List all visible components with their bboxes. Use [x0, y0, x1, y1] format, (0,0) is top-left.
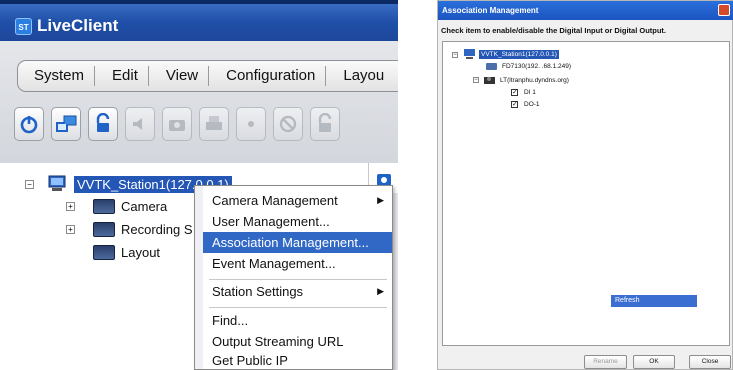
title-top-strip: [0, 0, 398, 4]
ctx-get-public-ip[interactable]: Get Public IP: [203, 350, 392, 370]
dlg-device2-row[interactable]: − LT(ltranphu.dyndns.org): [473, 75, 569, 85]
dlg-device1-label[interactable]: FD7130(192. .68.1.249): [502, 63, 571, 70]
expand-icon[interactable]: +: [66, 225, 75, 234]
title-bar: ST LiveClient: [0, 0, 398, 41]
menu-bar: System Edit View Configuration Layou: [17, 60, 398, 92]
lock-icon: [96, 113, 110, 132]
ctx-user-management[interactable]: User Management...: [203, 211, 392, 232]
menu-system[interactable]: System: [18, 66, 96, 86]
dlg-station-label[interactable]: VVTK_Station1(127.0.0.1): [479, 50, 559, 59]
do-checkbox[interactable]: ✓: [511, 101, 518, 108]
monitor-button[interactable]: [51, 107, 81, 141]
ctx-item-label: User Management...: [212, 214, 330, 229]
ctx-item-label: Camera Management: [212, 193, 338, 208]
lock-button[interactable]: [88, 107, 118, 141]
ctx-station-settings[interactable]: Station Settings ▶: [203, 281, 392, 302]
computer-icon: [48, 175, 66, 191]
power-button[interactable]: [14, 107, 44, 141]
dlg-device2-label[interactable]: LT(ltranphu.dyndns.org): [500, 77, 569, 84]
association-tree-panel: − VVTK_Station1(127.0.0.1) FD7130(192. .…: [442, 41, 730, 346]
liveclient-window: ST LiveClient System Edit View Configura…: [0, 0, 398, 370]
menu-toolbar-area: System Edit View Configuration Layou: [0, 41, 398, 163]
unlock-button[interactable]: [310, 107, 340, 141]
ctx-item-label: Find...: [212, 313, 249, 328]
menu-edit[interactable]: Edit: [95, 66, 149, 86]
ctx-association-management[interactable]: Association Management...: [203, 232, 392, 253]
ctx-event-management[interactable]: Event Management...: [203, 253, 392, 274]
dialog-instruction: Check item to enable/disable the Digital…: [441, 26, 667, 35]
menu-configuration[interactable]: Configuration: [209, 66, 327, 86]
camera-folder-icon: [93, 199, 115, 214]
ctx-camera-management[interactable]: Camera Management ▶: [203, 190, 392, 211]
submenu-arrow-icon: ▶: [377, 195, 384, 205]
dlg-do-label[interactable]: DO-1: [524, 101, 540, 108]
dialog-close-icon[interactable]: [718, 4, 730, 16]
speaker-button[interactable]: [125, 107, 155, 141]
snapshot-button[interactable]: [162, 107, 192, 141]
tree-recording-label[interactable]: Recording S: [121, 222, 193, 237]
ctx-output-streaming-url[interactable]: Output Streaming URL: [203, 331, 392, 352]
computer-icon: [464, 49, 475, 59]
power-icon: [20, 116, 38, 134]
app-logo-icon: ST: [15, 18, 32, 35]
ctx-item-label: Output Streaming URL: [212, 334, 344, 349]
ip-camera-icon: [486, 63, 497, 70]
association-management-dialog: Association Management Check item to ena…: [437, 0, 733, 370]
context-menu: Camera Management ▶ User Management... As…: [194, 185, 393, 370]
collapse-icon[interactable]: −: [473, 77, 479, 83]
tree-layout-row[interactable]: Layout: [93, 245, 160, 260]
dlg-device1-row[interactable]: FD7130(192. .68.1.249): [486, 62, 571, 71]
printer-icon: [206, 116, 222, 130]
tree-camera-row[interactable]: + Camera: [66, 199, 167, 214]
close-button[interactable]: Close: [689, 355, 731, 369]
stop-button[interactable]: [273, 107, 303, 141]
collapse-icon[interactable]: −: [452, 51, 458, 58]
print-button[interactable]: [199, 107, 229, 141]
window-title: LiveClient: [37, 16, 119, 35]
refresh-button[interactable]: Refresh: [611, 295, 697, 307]
dlg-di-label[interactable]: DI 1: [524, 89, 536, 96]
expand-icon[interactable]: +: [66, 202, 75, 211]
toolbar: [14, 107, 340, 151]
lock2-icon: [318, 113, 332, 132]
speaker-icon: [133, 118, 142, 130]
menu-separator: [209, 307, 387, 308]
record-icon: [248, 121, 254, 127]
dlg-do-row[interactable]: ✓ DO-1: [511, 101, 540, 108]
tree-camera-label[interactable]: Camera: [121, 199, 167, 214]
ctx-find[interactable]: Find...: [203, 310, 392, 331]
rename-button[interactable]: Rename: [584, 355, 627, 369]
dlg-station-row[interactable]: − VVTK_Station1(127.0.0.1): [452, 49, 559, 60]
ctx-item-label: Event Management...: [212, 256, 336, 271]
camera-icon: [169, 120, 185, 131]
dialog-title: Association Management: [438, 1, 733, 20]
monitor-icon: [56, 115, 77, 132]
tree-recording-row[interactable]: + Recording S: [66, 222, 193, 237]
recording-folder-icon: [93, 222, 115, 237]
ctx-item-label: Station Settings: [212, 284, 304, 299]
menu-layout[interactable]: Layou: [326, 66, 394, 86]
di-checkbox[interactable]: ✓: [511, 89, 518, 96]
ok-button[interactable]: OK: [633, 355, 675, 369]
record-button[interactable]: [236, 107, 266, 141]
dlg-di-row[interactable]: ✓ DI 1: [511, 89, 536, 96]
submenu-arrow-icon: ▶: [377, 286, 384, 296]
device-icon: [484, 77, 495, 84]
disabled-icon: [279, 115, 297, 133]
ctx-item-label: Get Public IP: [212, 353, 288, 368]
menu-view[interactable]: View: [149, 66, 210, 86]
menu-separator: [209, 279, 387, 280]
layout-folder-icon: [93, 245, 115, 260]
ctx-item-label: Association Management...: [212, 235, 369, 250]
tree-layout-label[interactable]: Layout: [121, 245, 160, 260]
context-menu-gutter: [195, 186, 203, 369]
collapse-icon[interactable]: −: [25, 179, 34, 189]
